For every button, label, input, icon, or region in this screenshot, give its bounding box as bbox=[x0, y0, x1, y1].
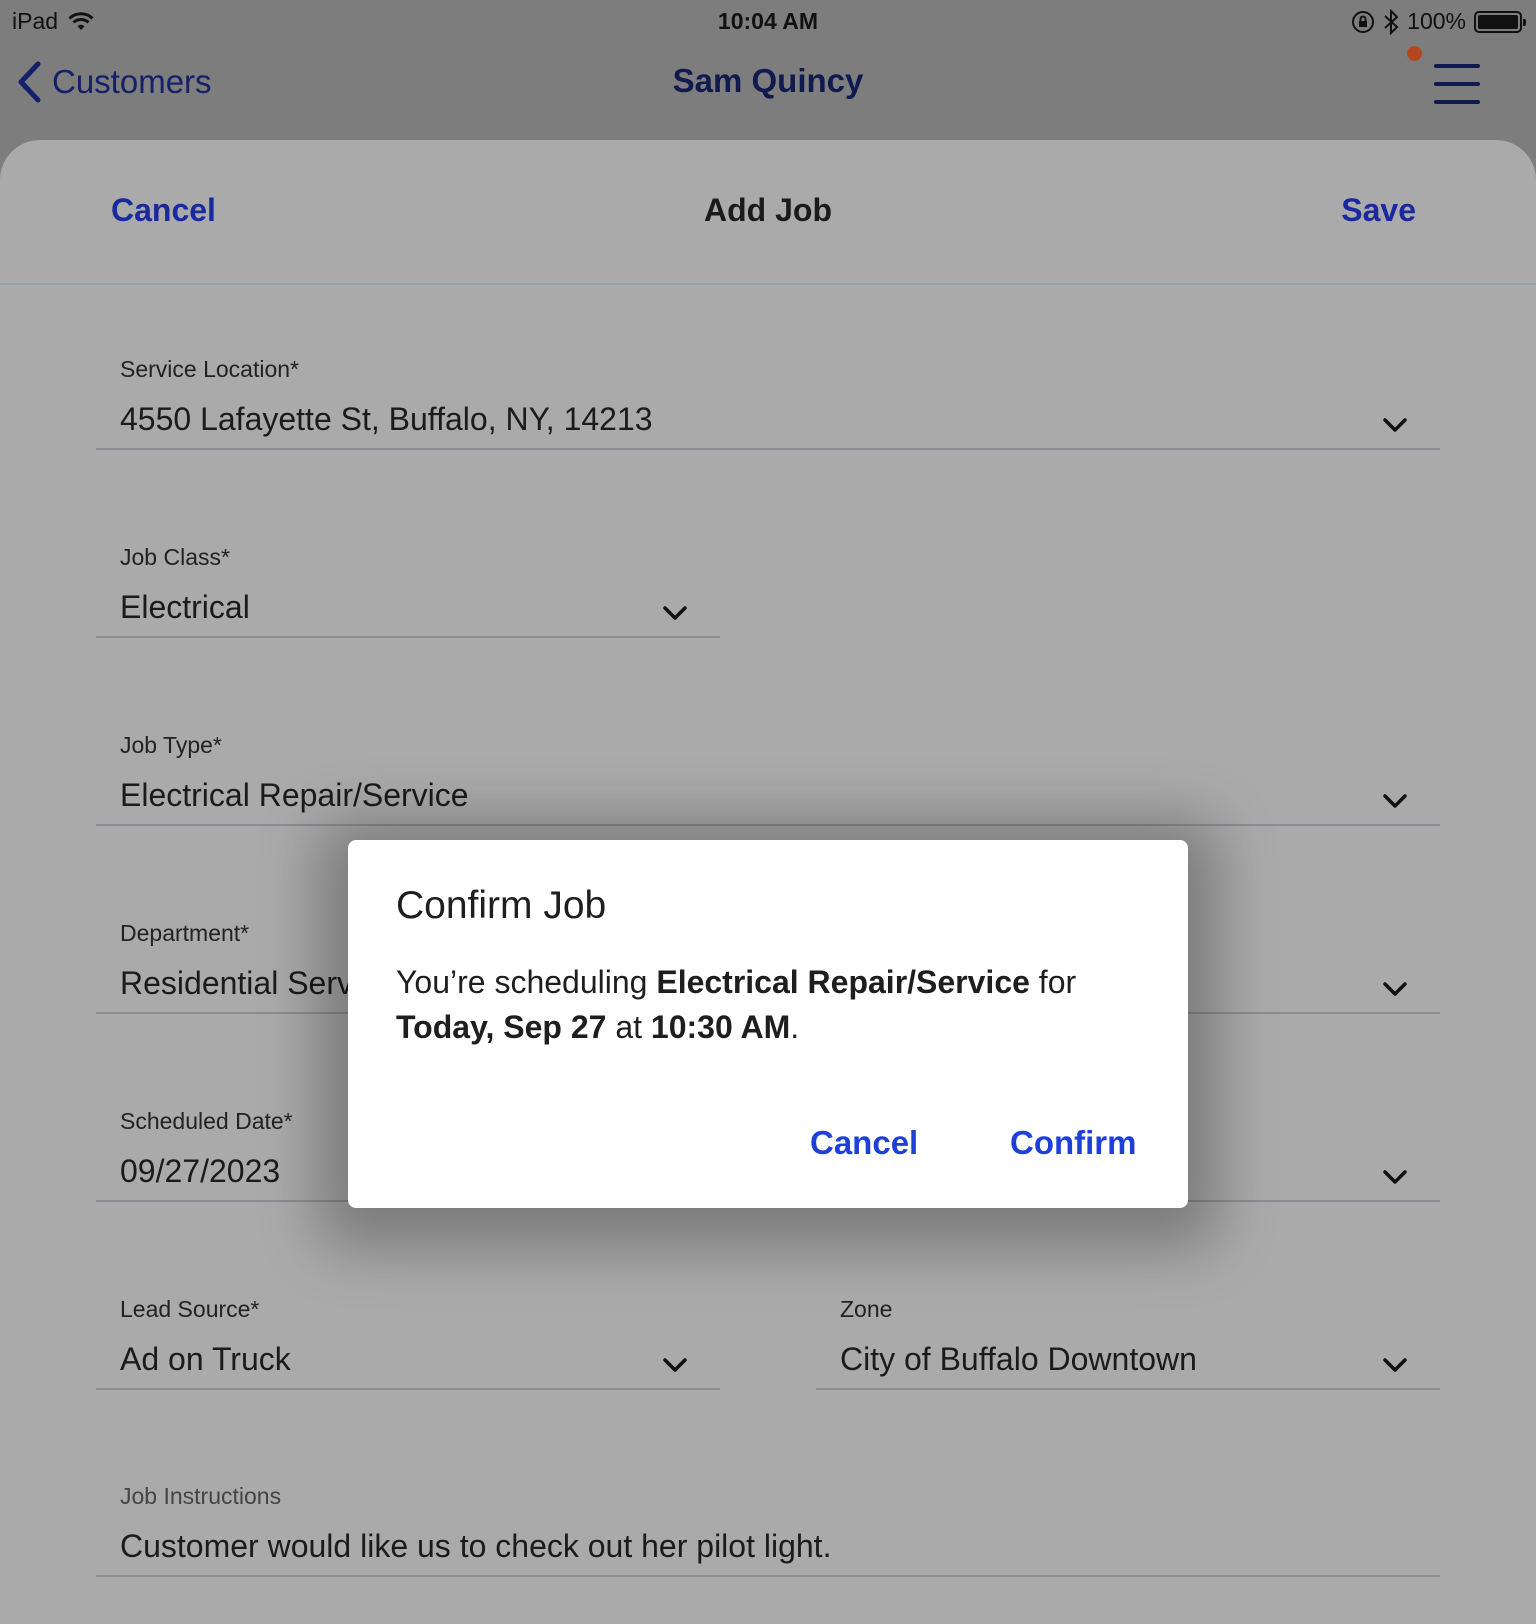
message-text: at bbox=[606, 1009, 651, 1045]
status-bar: iPad 10:04 AM 100% bbox=[0, 0, 1536, 42]
field-label: Zone bbox=[840, 1296, 893, 1322]
dialog-message: You’re scheduling Electrical Repair/Serv… bbox=[396, 960, 1136, 1050]
confirm-job-dialog: Confirm Job You’re scheduling Electrical… bbox=[348, 840, 1188, 1208]
message-text: . bbox=[790, 1009, 800, 1045]
zone-field[interactable]: Zone City of Buffalo Downtown bbox=[816, 1296, 1440, 1390]
field-label: Job Instructions bbox=[120, 1483, 282, 1509]
rotation-lock-icon bbox=[1352, 10, 1375, 33]
field-label: Job Type* bbox=[120, 732, 222, 758]
dialog-confirm-button[interactable]: Confirm bbox=[1010, 1124, 1137, 1162]
field-label: Service Location* bbox=[120, 356, 299, 382]
status-right: 100% bbox=[1351, 8, 1526, 35]
field-value: 09/27/2023 bbox=[120, 1153, 281, 1189]
field-label: Lead Source* bbox=[120, 1296, 260, 1322]
field-value: Customer would like us to check out her … bbox=[120, 1528, 832, 1564]
job-type-field[interactable]: Job Type* Electrical Repair/Service bbox=[96, 732, 1440, 826]
dialog-cancel-button[interactable]: Cancel bbox=[810, 1124, 918, 1162]
battery-percent: 100% bbox=[1407, 8, 1466, 34]
service-location-field[interactable]: Service Location* 4550 Lafayette St, Buf… bbox=[96, 356, 1440, 450]
field-value: Ad on Truck bbox=[120, 1341, 291, 1377]
nav-bar: Customers Sam Quincy bbox=[0, 42, 1536, 140]
status-time: 10:04 AM bbox=[717, 8, 819, 34]
job-class-field[interactable]: Job Class* Electrical bbox=[96, 544, 720, 638]
message-time: 10:30 AM bbox=[650, 1009, 791, 1045]
page-title: Sam Quincy bbox=[672, 62, 864, 99]
field-label: Scheduled Date* bbox=[120, 1108, 293, 1134]
field-label: Job Class* bbox=[120, 544, 230, 570]
field-value: City of Buffalo Downtown bbox=[840, 1341, 1197, 1377]
message-date: Today, Sep 27 bbox=[396, 1009, 607, 1045]
field-value: Electrical bbox=[120, 589, 250, 625]
dialog-title: Confirm Job bbox=[396, 884, 607, 927]
job-instructions-field[interactable]: Job Instructions Customer would like us … bbox=[96, 1483, 1440, 1577]
menu-icon[interactable] bbox=[1434, 62, 1480, 106]
field-value: 4550 Lafayette St, Buffalo, NY, 14213 bbox=[120, 401, 653, 437]
field-value: Electrical Repair/Service bbox=[120, 777, 469, 813]
message-job-type: Electrical Repair/Service bbox=[656, 964, 1030, 1000]
chevron-down-icon bbox=[1383, 1358, 1407, 1372]
battery-icon bbox=[1474, 10, 1526, 33]
chevron-down-icon bbox=[663, 606, 687, 620]
message-text: for bbox=[1029, 964, 1077, 1000]
lead-source-field[interactable]: Lead Source* Ad on Truck bbox=[96, 1296, 720, 1390]
chevron-down-icon bbox=[663, 1358, 687, 1372]
message-text: You’re scheduling bbox=[396, 964, 657, 1000]
chevron-down-icon bbox=[1383, 1170, 1407, 1184]
bluetooth-icon bbox=[1384, 8, 1399, 35]
sheet-title: Add Job bbox=[704, 192, 832, 228]
save-button[interactable]: Save bbox=[1341, 192, 1416, 229]
chevron-down-icon bbox=[1383, 982, 1407, 996]
notification-dot bbox=[1407, 46, 1422, 61]
field-label: Department* bbox=[120, 920, 250, 946]
chevron-down-icon bbox=[1383, 794, 1407, 808]
sheet-header: Cancel Add Job Save bbox=[0, 140, 1536, 285]
chevron-down-icon bbox=[1383, 418, 1407, 432]
